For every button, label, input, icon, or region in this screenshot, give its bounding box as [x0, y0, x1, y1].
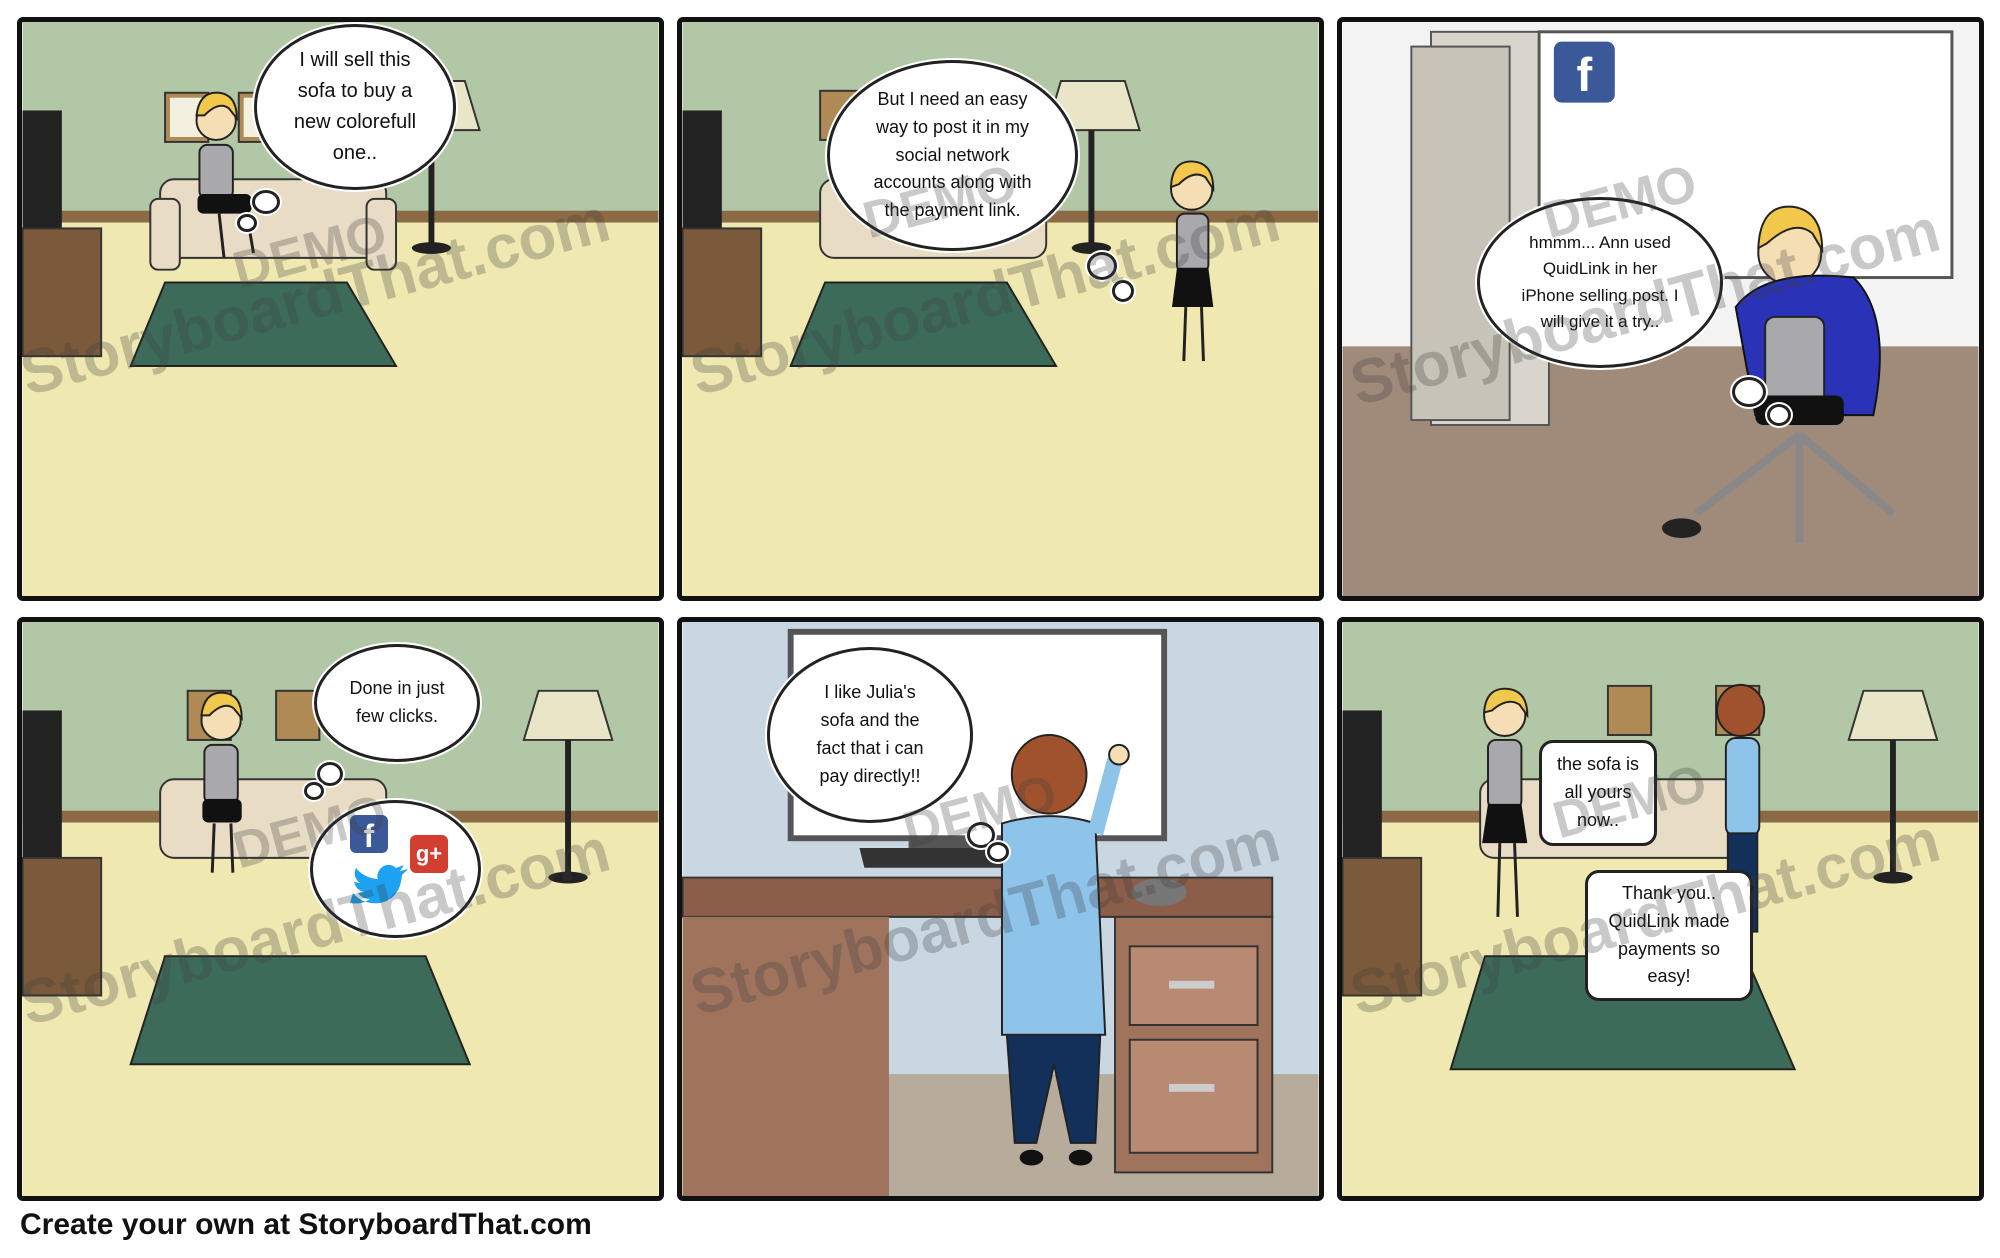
speech-bubble-seller: the sofa is all yours now.. — [1539, 740, 1657, 846]
thought-bubble: Done in just few clicks. — [314, 644, 480, 762]
thought-dot — [252, 190, 280, 214]
bubble-text: hmmm... Ann used QuidLink in her iPhone … — [1521, 232, 1679, 331]
thought-bubble: But I need an easy way to post it in my … — [827, 60, 1078, 251]
thought-dot — [1112, 280, 1134, 302]
thought-bubble: hmmm... Ann used QuidLink in her iPhone … — [1477, 197, 1723, 368]
social-thought-bubble: f g+ — [310, 800, 481, 938]
thought-bubble: I like Julia's sofa and the fact that i … — [767, 647, 973, 823]
thought-dot — [304, 782, 324, 800]
panel-2: But I need an easy way to post it in my … — [677, 17, 1324, 601]
thought-dot — [987, 842, 1009, 862]
thought-dot — [317, 762, 343, 786]
panel-4: Done in just few clicks. f g+ DEMO Story… — [17, 617, 664, 1201]
bubble-text: Thank you.. QuidLink made payments so ea… — [1608, 882, 1730, 987]
bubble-text: But I need an easy way to post it in my … — [873, 88, 1032, 221]
thought-bubble: I will sell this sofa to buy a new color… — [254, 24, 456, 190]
thought-dot — [237, 214, 257, 232]
panel-5: I like Julia's sofa and the fact that i … — [677, 617, 1324, 1201]
panel-1: I will sell this sofa to buy a new color… — [17, 17, 664, 601]
bubble-text: I like Julia's sofa and the fact that i … — [816, 682, 924, 786]
bubble-text: I will sell this sofa to buy a new color… — [293, 49, 417, 164]
panel-3: f hmmm... Ann used QuidLink in her iPhon… — [1337, 17, 1984, 601]
panel-6: the sofa is all yours now.. Thank you.. … — [1337, 617, 1984, 1201]
bubble-text: the sofa is all yours now.. — [1556, 754, 1640, 830]
thought-dot — [1767, 404, 1791, 426]
twitter-icon — [350, 864, 408, 904]
thought-dot — [1087, 252, 1117, 280]
google-plus-icon: g+ — [410, 835, 448, 873]
thought-dot — [1732, 377, 1766, 407]
facebook-icon: f — [350, 815, 388, 854]
footer-credit[interactable]: Create your own at StoryboardThat.com — [20, 1208, 592, 1242]
bubble-text: Done in just few clicks. — [349, 678, 445, 726]
facebook-icon: f — [1576, 48, 1592, 101]
speech-bubble-buyer: Thank you.. QuidLink made payments so ea… — [1585, 870, 1753, 1001]
